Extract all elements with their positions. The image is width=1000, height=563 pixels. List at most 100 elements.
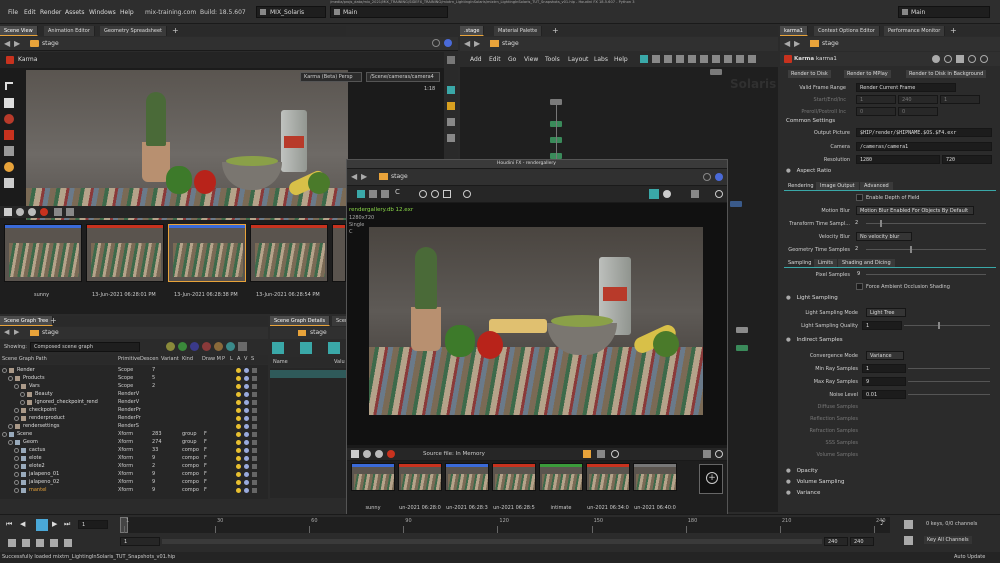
tab-image-output[interactable]: Image Output [816,182,859,190]
row-expand-icon[interactable] [14,408,19,413]
net-tool-icon-9[interactable] [736,55,744,63]
select-tool-icon[interactable] [5,82,13,90]
timeline-opt-icon-5[interactable] [64,539,72,547]
net-tool-icon-8[interactable] [724,55,732,63]
table-row[interactable]: Beauty RenderV [0,391,268,399]
rotate-tool-icon[interactable] [4,114,14,124]
lightbulb-icon[interactable] [236,456,241,461]
tab-geometry-spreadsheet[interactable]: Geometry Spreadsheet [100,26,168,36]
resolution-x-field[interactable]: 1280 [856,155,940,164]
sg-back-icon[interactable]: ◀ [4,328,9,336]
auto-update-select[interactable]: Auto Update [954,554,985,560]
mid-path[interactable]: stage [502,40,519,47]
snapshot-b-icon[interactable] [28,208,36,216]
row-expand-icon[interactable] [14,480,19,485]
force-ao-checkbox[interactable] [856,283,863,290]
lights-icon[interactable] [447,102,455,110]
opacity-heading[interactable]: ● Opacity [786,468,818,474]
sg-filter-icon-2[interactable] [178,342,187,351]
table-row[interactable]: Render Scope 7 [0,367,268,375]
gallery-c-icon[interactable]: C [395,188,400,196]
noise-level-slider[interactable] [908,394,990,395]
tab-rendering[interactable]: Rendering [784,182,818,190]
gallery-render-icon[interactable] [649,189,659,199]
gallery-help2-icon[interactable] [715,450,723,458]
select-dot-icon[interactable] [252,416,257,421]
lightbulb-icon[interactable] [236,440,241,445]
row-expand-icon[interactable] [14,464,19,469]
tab-stage[interactable]: .stage [460,26,485,36]
row-expand-icon[interactable] [14,488,19,493]
timeline-end-a-field[interactable]: 240 [824,537,848,546]
light-tool-icon[interactable] [4,162,14,172]
gallery-add-button[interactable]: + [699,464,723,494]
light-quality-slider[interactable] [904,325,990,326]
transform-slider[interactable] [866,223,986,224]
timeline-audio-icon[interactable]: ♪ [880,519,884,527]
lightbulb-icon[interactable] [236,368,241,373]
col-path[interactable]: Scene Graph Path [2,356,47,362]
gallery-help-icon[interactable] [715,190,723,198]
tab-limits[interactable]: Limits [814,259,837,267]
row-expand-icon[interactable] [14,384,19,389]
lightbulb-icon[interactable] [236,480,241,485]
add-sg-tab-icon[interactable]: + [50,316,57,325]
scale-tool-icon[interactable] [4,130,14,140]
prim-draw-mode[interactable]: F [204,487,207,493]
right-forward-icon[interactable]: ▶ [794,39,800,48]
karma-help-icon[interactable] [944,55,952,63]
add-right-tab-icon[interactable]: + [950,26,957,35]
tab-scene-view[interactable]: Scene View [0,26,38,36]
select-dot-icon[interactable] [252,368,257,373]
gallery-back-icon[interactable]: ◀ [351,172,357,181]
visibility-icon[interactable] [447,134,455,142]
camera-menu[interactable]: Karma (Beta) Persp [300,72,362,82]
col-primitive[interactable]: Primitive [118,356,140,362]
table-row[interactable]: renderproduct RenderPr [0,415,268,423]
col-l[interactable]: L [230,356,233,362]
select-dot-icon[interactable] [252,480,257,485]
min-ray-slider[interactable] [908,368,990,369]
max-ray-slider[interactable] [908,381,990,382]
transform-slider-handle[interactable] [880,220,882,227]
node-1[interactable] [710,69,722,75]
gallery-thumb[interactable] [586,463,630,491]
pin-icon[interactable] [432,39,440,47]
snapshot-thumb-2[interactable] [168,224,246,282]
select-dot-icon[interactable] [252,384,257,389]
gallery-thumb[interactable] [633,463,677,491]
light-quality-slider-handle[interactable] [938,322,940,329]
table-row[interactable]: elote Xform 9 compo F [0,455,268,463]
menu-windows[interactable]: Windows [89,9,116,16]
row-expand-icon[interactable] [20,400,25,405]
menu-file[interactable]: File [8,9,18,16]
node-8[interactable] [736,345,748,351]
row-expand-icon[interactable] [14,416,19,421]
gallery-path[interactable]: stage [391,173,408,180]
lightbulb-icon[interactable] [236,408,241,413]
timeline-end-b-field[interactable]: 240 [850,537,874,546]
pixel-samples-field[interactable]: 9 [854,270,864,279]
details-path[interactable]: stage [310,329,327,336]
table-row[interactable]: Products Scope 5 [0,375,268,383]
table-row[interactable]: checkpoint RenderPr [0,407,268,415]
motion-blur-select[interactable]: Motion Blur Enabled For Objects By Defau… [856,206,974,215]
mid-back-icon[interactable]: ◀ [464,39,470,48]
prim-draw-mode[interactable]: F [204,455,207,461]
details-btn-2[interactable] [300,342,312,354]
table-row[interactable]: Vars Scope 2 [0,383,268,391]
row-expand-icon[interactable] [14,448,19,453]
snapshot-thumb-4[interactable] [332,224,346,282]
prim-draw-mode[interactable]: F [204,479,207,485]
light-mode-select[interactable]: Light Tree [866,308,906,317]
sg-filter-icon-3[interactable] [190,342,199,351]
shading-icon[interactable] [447,118,455,126]
eye-icon[interactable] [244,456,249,461]
timeline-range-bar[interactable] [162,539,822,544]
select-dot-icon[interactable] [252,448,257,453]
net-menu-tools[interactable]: Tools [545,56,560,63]
add-tab-icon[interactable]: + [172,26,179,35]
node-7[interactable] [736,327,748,333]
display-options-icon[interactable] [447,56,455,64]
prim-draw-mode[interactable]: F [204,463,207,469]
